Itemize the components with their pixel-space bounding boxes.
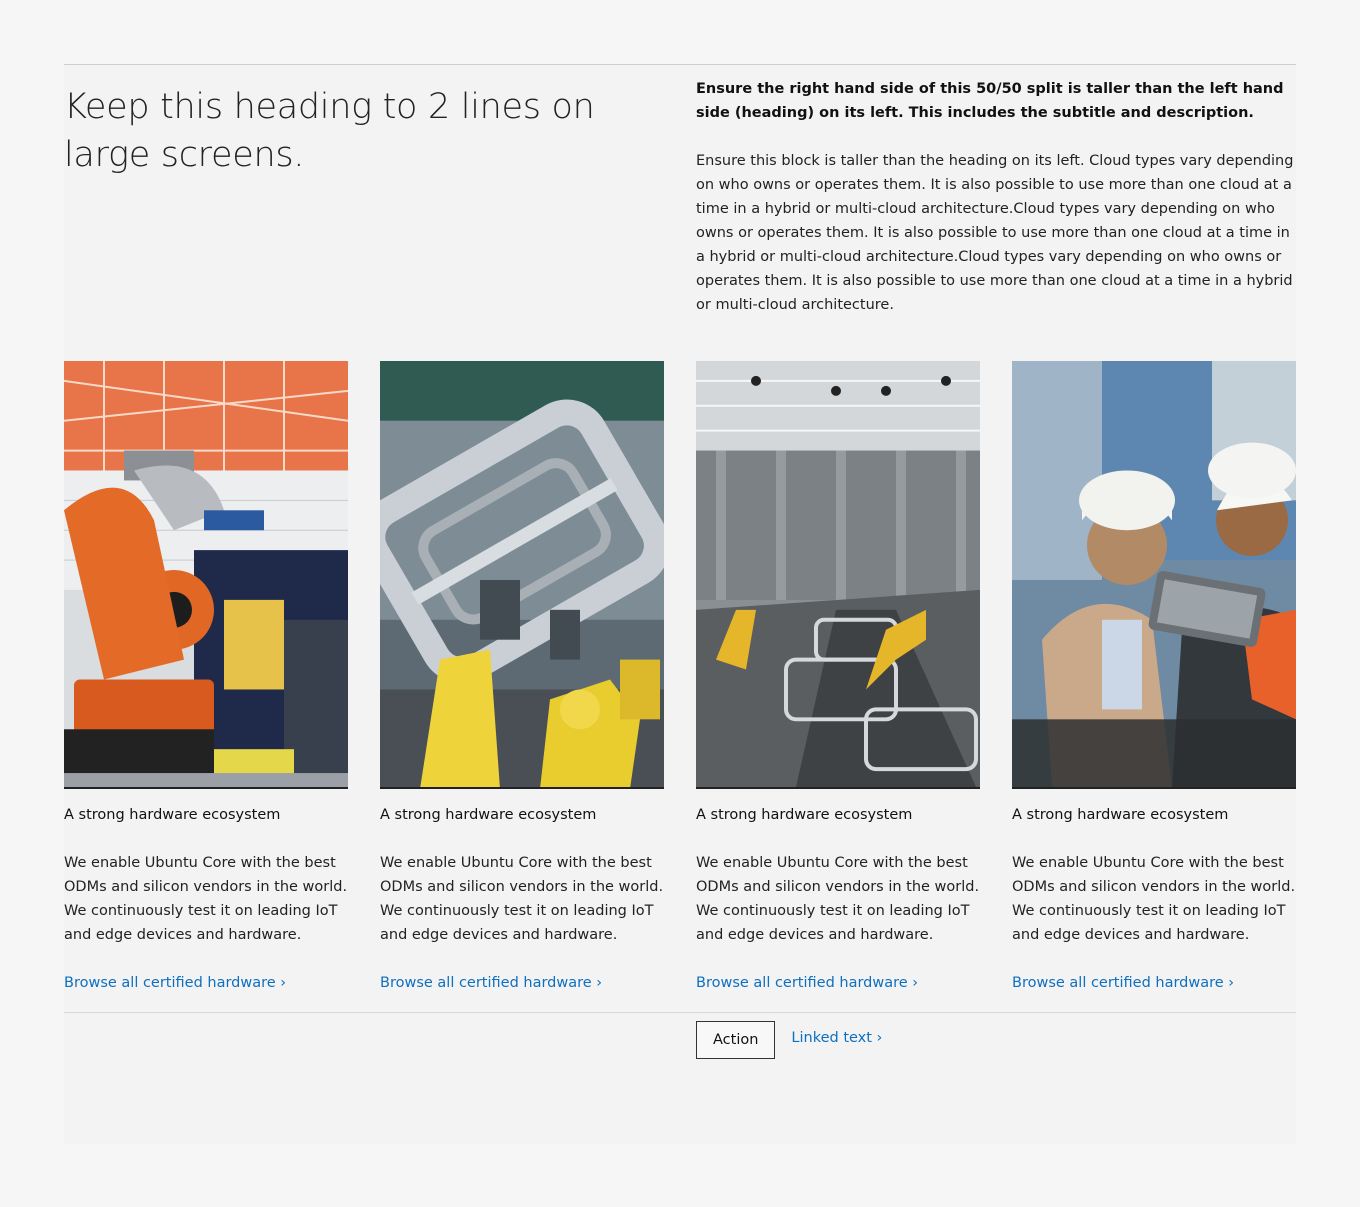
section-subtitle: Ensure the right hand side of this 50/50… — [696, 81, 1284, 121]
card-title: A strong hardware ecosystem — [696, 807, 913, 823]
car-body-assembly-robots-photo — [380, 361, 664, 789]
orange-industrial-robot-arm-photo — [64, 361, 348, 789]
browse-hardware-link[interactable]: Browse all certified hardware › — [1012, 971, 1234, 995]
section-divider — [64, 1012, 1296, 1013]
linked-text-link[interactable]: Linked text › — [791, 1030, 882, 1046]
card: A strong hardware ecosystem We enable Ub… — [64, 361, 348, 995]
intro-column: Ensure the right hand side of this 50/50… — [696, 77, 1296, 317]
card-text: We enable Ubuntu Core with the best ODMs… — [64, 855, 348, 943]
action-button[interactable]: Action — [696, 1021, 776, 1059]
automotive-factory-line-photo — [696, 361, 980, 789]
card: A strong hardware ecosystem We enable Ub… — [1012, 361, 1296, 995]
browse-hardware-link[interactable]: Browse all certified hardware › — [64, 971, 286, 995]
engineers-with-tablet-photo — [1012, 361, 1296, 789]
card-text: We enable Ubuntu Core with the best ODMs… — [380, 855, 664, 943]
card-title: A strong hardware ecosystem — [1012, 807, 1229, 823]
content-section: Keep this heading to 2 lines on large sc… — [64, 64, 1296, 1144]
card-text: We enable Ubuntu Core with the best ODMs… — [696, 855, 980, 943]
card-text: We enable Ubuntu Core with the best ODMs… — [1012, 855, 1296, 943]
card-title: A strong hardware ecosystem — [380, 807, 597, 823]
browse-hardware-link[interactable]: Browse all certified hardware › — [380, 971, 602, 995]
action-bar: Action Linked text › — [696, 1021, 882, 1059]
card: A strong hardware ecosystem We enable Ub… — [380, 361, 664, 995]
section-description: Ensure this block is taller than the hea… — [696, 153, 1294, 313]
card-title: A strong hardware ecosystem — [64, 807, 281, 823]
browse-hardware-link[interactable]: Browse all certified hardware › — [696, 971, 918, 995]
card: A strong hardware ecosystem We enable Ub… — [696, 361, 980, 995]
section-heading: Keep this heading to 2 lines on large sc… — [64, 87, 595, 175]
